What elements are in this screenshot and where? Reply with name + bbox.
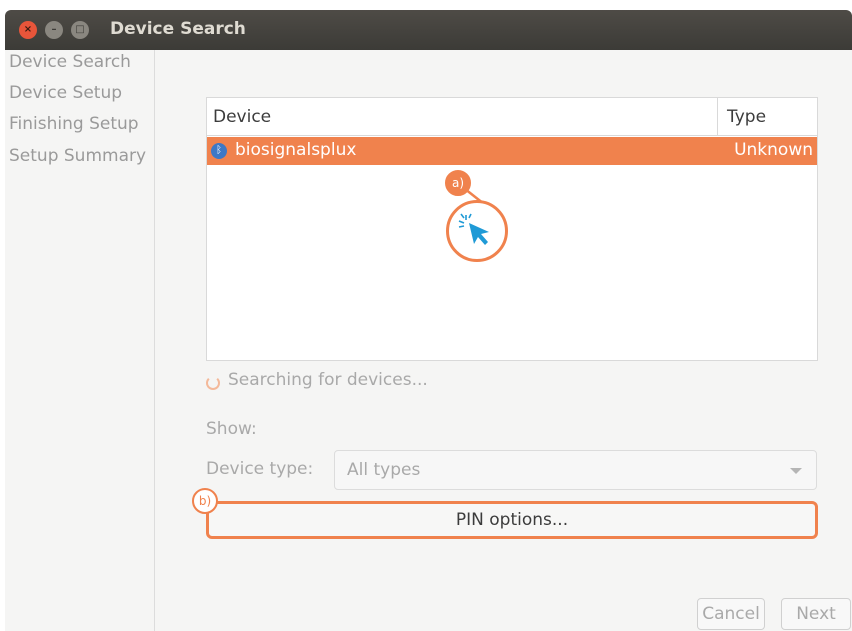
loading-spinner-icon	[206, 376, 220, 390]
setup-steps-sidebar: Device Search Device Setup Finishing Set…	[5, 50, 155, 631]
maximize-window-button[interactable]: □	[71, 21, 89, 39]
close-window-button[interactable]: ×	[19, 21, 37, 39]
device-type-select[interactable]: All types	[334, 450, 817, 490]
window-title: Device Search	[110, 19, 246, 39]
mouse-cursor-icon	[458, 213, 489, 245]
title-bar: × – □ Device Search	[5, 10, 852, 50]
next-button[interactable]: Next	[781, 598, 851, 630]
column-type[interactable]: Type	[727, 107, 766, 127]
device-list[interactable]: Device Type ᛒ biosignalsplux Unknown	[206, 97, 818, 361]
step-setup-summary: Setup Summary	[9, 146, 147, 166]
device-list-header: Device Type	[207, 98, 817, 136]
callout-a-badge: a)	[445, 170, 471, 196]
search-status: Searching for devices...	[228, 370, 428, 390]
device-type-label: Device type:	[206, 459, 314, 479]
device-type: Unknown	[734, 140, 813, 160]
pin-options-button[interactable]: PIN options...	[206, 501, 818, 539]
device-name: biosignalsplux	[235, 140, 357, 160]
device-search-window: Device Search Device Setup Finishing Set…	[5, 50, 852, 631]
minimize-window-button[interactable]: –	[45, 21, 63, 39]
column-separator	[717, 98, 718, 136]
device-type-value: All types	[347, 460, 421, 480]
cancel-button[interactable]: Cancel	[697, 598, 765, 630]
bluetooth-icon: ᛒ	[211, 143, 227, 159]
device-row[interactable]: ᛒ biosignalsplux Unknown	[207, 137, 817, 165]
column-device[interactable]: Device	[213, 107, 271, 127]
step-device-setup: Device Setup	[9, 83, 123, 103]
callout-b-badge: b)	[192, 488, 218, 514]
chevron-down-icon	[790, 468, 802, 474]
main-content: Device Type ᛒ biosignalsplux Unknown a)	[156, 50, 852, 631]
click-highlight-ring	[446, 200, 508, 262]
step-device-search: Device Search	[9, 52, 131, 72]
show-label: Show:	[206, 419, 257, 439]
step-finishing-setup: Finishing Setup	[9, 114, 139, 134]
